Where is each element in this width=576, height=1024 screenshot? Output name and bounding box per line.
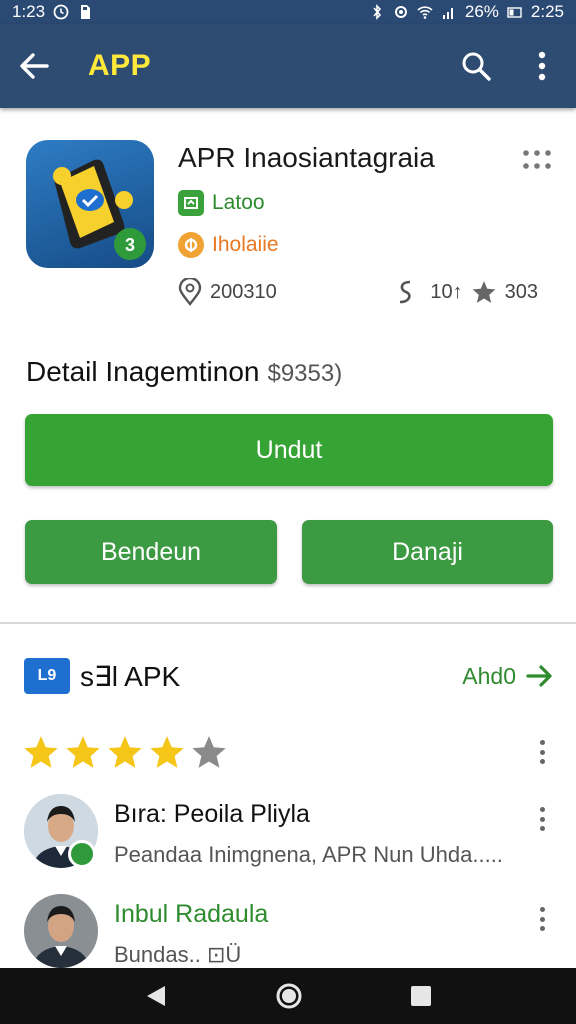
downloads-stat: 200310 (178, 278, 277, 306)
app-name: APR Inaosiantagraia (178, 142, 435, 173)
location-pin-icon (178, 278, 202, 306)
star-empty-icon (192, 736, 226, 768)
category-row[interactable]: Iholaiie (178, 232, 279, 258)
grid-dots-icon[interactable] (522, 148, 552, 172)
star-filled-icon (66, 736, 100, 768)
developer-name: Latoo (212, 191, 265, 214)
reviews-title: s∃l APK (80, 660, 181, 692)
download-button[interactable]: Undut (25, 414, 553, 486)
app-header: 3 APR Inaosiantagraia Latoo Iholaiie 200… (0, 108, 576, 320)
apk-badge: L9 (24, 658, 70, 694)
search-icon[interactable] (456, 46, 496, 86)
sd-card-icon (81, 5, 91, 19)
nav-back-icon[interactable] (143, 983, 169, 1009)
status-time: 1:23 (12, 2, 46, 21)
review-text: Bundas.. ⊡Ü (114, 942, 242, 967)
avatar (24, 894, 98, 968)
share-button[interactable]: Bendeun (25, 520, 277, 584)
more-vert-icon[interactable] (522, 46, 562, 86)
review-text: Peandaa Inimgnena, APR Nun Uhda..... (114, 842, 503, 867)
rating-value: 303 (504, 280, 538, 303)
details-title: Detail Inagemtinon $9353) (26, 356, 342, 388)
svg-text:3: 3 (125, 235, 135, 255)
delete-button[interactable]: Danaji (302, 520, 553, 584)
back-arrow-icon[interactable] (14, 46, 54, 86)
rating-stars (22, 733, 228, 771)
star-filled-icon (24, 736, 58, 768)
category-name: Iholaiie (212, 233, 279, 256)
arrow-right-icon (526, 665, 552, 687)
star-filled-icon (108, 736, 142, 768)
see-all-link[interactable]: Ahd0 (462, 663, 554, 690)
details-title-text: Detail Inagemtinon (26, 356, 260, 387)
verified-badge-icon (68, 840, 96, 868)
category-icon (178, 232, 204, 258)
star-filled-icon (150, 736, 184, 768)
system-nav-bar (0, 968, 576, 1024)
downloads-count: 200310 (210, 280, 277, 303)
app-stats: 200310 10↑ 303 (178, 278, 538, 306)
signal-settings-icon (394, 6, 407, 18)
nav-recents-icon[interactable] (409, 984, 433, 1008)
alarm-icon (53, 4, 69, 20)
review-item[interactable]: Inbul Radaula Bundas.. ⊡Ü (24, 892, 554, 972)
cell-signal-icon (442, 8, 453, 19)
developer-icon (178, 190, 204, 216)
reviewer-name: Bıra: Peoila Pliyla (114, 800, 310, 828)
battery-percent: 26% (464, 2, 499, 21)
reviews-header: L9 s∃l APK Ahd0 (24, 656, 554, 696)
reviews-count: 10↑ (430, 280, 463, 303)
app-bar: APP (0, 24, 576, 108)
star-icon (472, 281, 495, 303)
review-item[interactable]: Bıra: Peoila Pliyla Peandaa Inimgnena, A… (24, 792, 554, 872)
rating-stat: 10↑ 303 (396, 278, 538, 306)
section-divider (0, 622, 576, 624)
reviewer-name: Inbul Radaula (114, 900, 269, 928)
developer-row[interactable]: Latoo (178, 190, 265, 216)
review-menu-icon[interactable] (532, 904, 552, 934)
app-icon: 3 (26, 140, 154, 268)
nav-home-icon[interactable] (275, 982, 303, 1010)
bluetooth-icon (373, 4, 381, 20)
status-clock: 2:25 (530, 2, 564, 21)
curl-icon (400, 280, 412, 304)
rating-stars-row (22, 730, 552, 774)
battery-icon (507, 7, 522, 18)
app-bar-title: APP (88, 49, 152, 82)
more-vert-icon[interactable] (532, 737, 552, 767)
status-bar: 1:23 26% 2:25 (0, 0, 576, 24)
details-size: $9353) (267, 360, 343, 387)
see-all-label: Ahd0 (462, 662, 516, 689)
review-menu-icon[interactable] (532, 804, 552, 834)
wifi-icon (417, 6, 433, 19)
